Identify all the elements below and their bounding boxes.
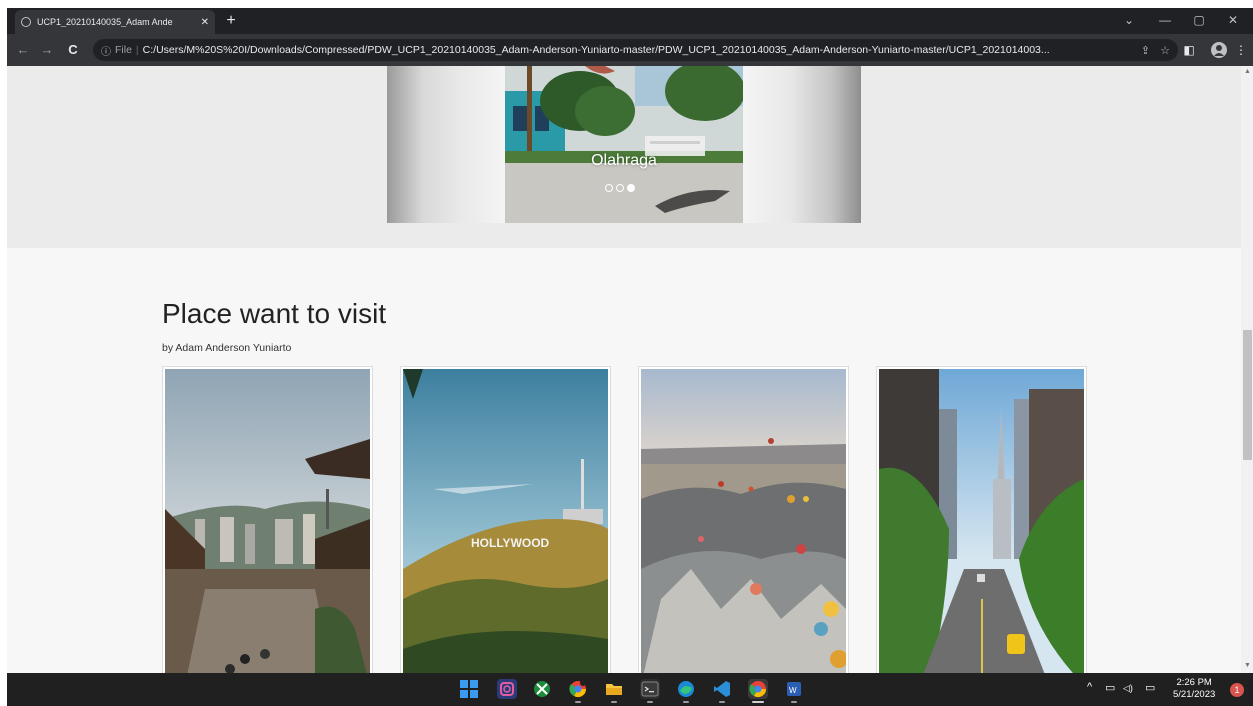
tray-volume-icon[interactable]: ◁): [1123, 683, 1133, 694]
cappadocia-photo: [641, 369, 846, 673]
running-indicator: [791, 701, 797, 703]
clock-time: 2:26 PM: [1176, 677, 1212, 688]
scroll-up-arrow-icon[interactable]: ▲: [1244, 68, 1251, 75]
place-card-cappadocia[interactable]: [638, 366, 849, 673]
carousel-caption: Olahraga: [591, 152, 657, 169]
browser-tab[interactable]: UCP1_20210140035_Adam Ande ✕: [15, 10, 215, 34]
share-icon[interactable]: ⇪: [1141, 44, 1150, 57]
section-byline: by Adam Anderson Yuniarto: [162, 342, 292, 354]
hollywood-photo: HOLLYWOOD: [403, 369, 608, 673]
carousel-next-control[interactable]: [743, 66, 861, 223]
tab-close-button[interactable]: ✕: [201, 17, 209, 28]
carousel-dot-3[interactable]: [627, 184, 635, 192]
running-indicator: [719, 701, 725, 703]
carousel-dot-2[interactable]: [616, 184, 624, 192]
carousel-prev-control[interactable]: [387, 66, 505, 223]
tab-title: UCP1_20210140035_Adam Ande: [37, 17, 173, 27]
xbox-app-icon[interactable]: [532, 679, 552, 699]
forward-button[interactable]: →: [37, 40, 57, 60]
place-card-new-york[interactable]: [876, 366, 1087, 673]
vscode-app-icon[interactable]: [712, 679, 732, 699]
running-indicator: [683, 701, 689, 703]
windows-taskbar: W ^ ▭ ◁) ▭ 2:26 PM 5/21/2023 1: [7, 673, 1253, 706]
address-bar[interactable]: ⓘ File | C:/Users/M%20S%20I/Downloads/Co…: [93, 39, 1178, 61]
site-info-icon[interactable]: ⓘ: [101, 43, 111, 58]
browser-tab-strip: UCP1_20210140035_Adam Ande ✕ + ⌄ — ▢ ✕: [7, 8, 1253, 34]
olahraga-photo: [505, 66, 743, 223]
seoul-photo: [165, 369, 370, 673]
word-app-icon[interactable]: W: [784, 679, 804, 699]
edge-app-icon[interactable]: [676, 679, 696, 699]
tab-favicon-icon: [21, 17, 31, 27]
url-separator: |: [135, 44, 139, 56]
back-button[interactable]: ←: [13, 40, 33, 60]
svg-text:HOLLYWOOD: HOLLYWOOD: [471, 536, 550, 550]
carousel-dot-1[interactable]: [605, 184, 613, 192]
terminal-app-icon[interactable]: [640, 679, 660, 699]
section-title: Place want to visit: [162, 298, 387, 329]
chrome-app-icon[interactable]: [748, 679, 768, 699]
notification-badge[interactable]: 1: [1230, 683, 1244, 697]
running-indicator: [575, 701, 581, 703]
carousel-indicators: [605, 184, 635, 192]
page-scrollbar-thumb[interactable]: [1243, 330, 1252, 460]
new-tab-button[interactable]: +: [221, 11, 241, 31]
url-scheme: File: [115, 44, 132, 56]
taskbar-clock[interactable]: 2:26 PM 5/21/2023: [1173, 677, 1215, 701]
file-explorer-icon[interactable]: [604, 679, 624, 699]
url-text[interactable]: C:/Users/M%20S%20I/Downloads/Compressed/…: [143, 44, 1131, 56]
profile-avatar-icon[interactable]: [1211, 42, 1227, 58]
tab-search-chevron-icon[interactable]: ⌄: [1117, 10, 1141, 30]
running-indicator-active: [752, 701, 764, 703]
chrome-alt-app-icon[interactable]: [568, 679, 588, 699]
window-close-button[interactable]: ✕: [1221, 10, 1245, 30]
carousel-active-slide: Olahraga: [505, 66, 743, 223]
start-button[interactable]: [459, 679, 479, 699]
new-york-photo: [879, 369, 1084, 673]
browser-menu-icon[interactable]: ⋮: [1231, 40, 1251, 60]
running-indicator: [647, 701, 653, 703]
scroll-down-arrow-icon[interactable]: ▼: [1244, 662, 1251, 669]
bookmark-star-icon[interactable]: ☆: [1160, 44, 1170, 57]
instagram-app-icon[interactable]: [497, 679, 517, 699]
clock-date: 5/21/2023: [1173, 689, 1216, 700]
screen: UCP1_20210140035_Adam Ande ✕ + ⌄ — ▢ ✕ ←…: [0, 0, 1253, 706]
tray-network-icon[interactable]: ▭: [1105, 681, 1115, 694]
tray-overflow-chevron-icon[interactable]: ^: [1087, 681, 1092, 693]
side-panel-icon[interactable]: ◧: [1179, 40, 1199, 60]
carousel-section: Olahraga: [7, 66, 1241, 248]
page-viewport: Olahraga Place want to visit by Adam And…: [7, 66, 1253, 673]
running-indicator: [611, 701, 617, 703]
restore-button[interactable]: ▢: [1187, 10, 1211, 30]
place-card-seoul[interactable]: [162, 366, 373, 673]
reload-button[interactable]: C: [63, 40, 83, 60]
minimize-button[interactable]: —: [1153, 10, 1177, 30]
tray-battery-icon[interactable]: ▭: [1145, 681, 1155, 694]
browser-toolbar: ← → C ⓘ File | C:/Users/M%20S%20I/Downlo…: [7, 34, 1253, 66]
svg-text:W: W: [789, 686, 797, 695]
place-card-hollywood[interactable]: HOLLYWOOD: [400, 366, 611, 673]
